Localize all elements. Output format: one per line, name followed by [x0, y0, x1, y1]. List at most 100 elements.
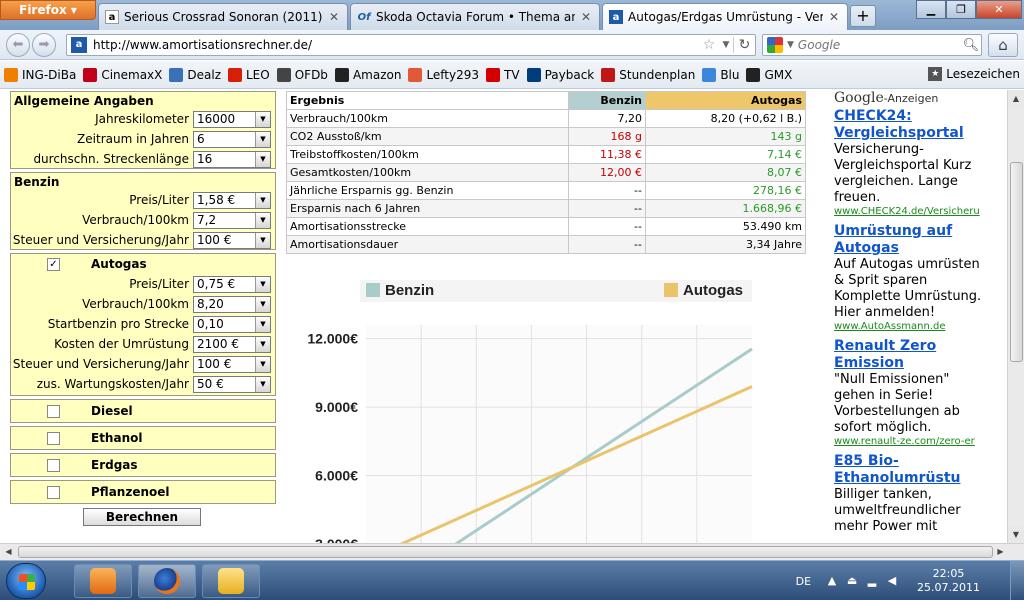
horizontal-scrollbar[interactable]: ◀ ▶: [0, 543, 1024, 560]
value-select[interactable]: 6 ▼: [193, 130, 271, 148]
bookmarks-menu-label: Lesezeichen: [946, 67, 1020, 81]
vertical-scroll-thumb[interactable]: [1010, 162, 1023, 362]
minimize-button[interactable]: ▁: [916, 0, 946, 19]
scroll-down-icon[interactable]: ▼: [1008, 526, 1024, 543]
search-icon[interactable]: 🔍︎: [961, 38, 981, 53]
scroll-right-icon[interactable]: ▶: [992, 544, 1009, 560]
tray-expand-icon[interactable]: ▲: [825, 574, 839, 588]
scroll-left-icon[interactable]: ◀: [0, 544, 17, 560]
bookmark-item[interactable]: Stundenplan: [601, 67, 695, 82]
tab-amazon[interactable]: a Serious Crossrad Sonoran (2011): Am...…: [98, 3, 348, 30]
firefox-menu-button[interactable]: Firefox ▼: [0, 0, 96, 20]
close-icon[interactable]: ✕: [827, 10, 841, 24]
value-select[interactable]: 50 € ▼: [193, 375, 271, 393]
new-tab-button[interactable]: +: [850, 5, 876, 27]
bookmark-item[interactable]: GMX: [746, 67, 792, 82]
autogas-toggle[interactable]: ✓ Autogas: [11, 254, 275, 274]
value-select[interactable]: 16 ▼: [193, 150, 271, 168]
chevron-down-icon[interactable]: ▼: [255, 111, 270, 127]
fuel-toggle[interactable]: Ethanol: [11, 427, 275, 449]
calculate-button[interactable]: Berechnen: [83, 508, 201, 526]
fuel-toggle[interactable]: Diesel: [11, 400, 275, 422]
chevron-down-icon[interactable]: ▼: [255, 151, 270, 167]
ad-title-link[interactable]: Umrüstung auf Autogas: [834, 223, 992, 257]
usb-icon[interactable]: ⏏: [845, 574, 859, 588]
clock[interactable]: 22:05 25.07.2011: [917, 567, 980, 595]
start-button[interactable]: [6, 563, 46, 599]
network-signal-icon[interactable]: ▂: [865, 574, 879, 588]
fuel-toggle[interactable]: Pflanzenoel: [11, 481, 275, 503]
chevron-down-icon[interactable]: ▼: [255, 232, 270, 248]
reload-icon[interactable]: ↻: [733, 37, 755, 53]
show-desktop-button[interactable]: [1010, 561, 1024, 600]
value-select[interactable]: 1,58 € ▼: [193, 191, 271, 209]
scroll-up-icon[interactable]: ▲: [1008, 90, 1024, 107]
bookmarks-menu[interactable]: ★ Lesezeichen: [928, 67, 1020, 81]
bookmark-star-icon[interactable]: ☆: [699, 37, 719, 53]
forward-button[interactable]: ➡: [32, 33, 56, 57]
fuel-checkbox[interactable]: [47, 431, 60, 445]
ad-title-link[interactable]: CHECK24: Vergleichsportal: [834, 108, 992, 142]
bookmark-item[interactable]: Blu: [702, 67, 739, 82]
value-select[interactable]: 16000 ▼: [193, 110, 271, 128]
bookmark-item[interactable]: CinemaxX: [83, 67, 162, 82]
window-close-button[interactable]: ✕: [976, 0, 1022, 19]
home-button[interactable]: ⌂: [988, 33, 1018, 57]
chevron-down-icon[interactable]: ▼: [719, 40, 733, 50]
search-bar[interactable]: ▼ 🔍︎: [762, 34, 982, 56]
horizontal-scroll-thumb[interactable]: [18, 546, 993, 558]
language-indicator[interactable]: DE: [796, 575, 811, 588]
bookmark-item[interactable]: Payback: [526, 67, 594, 82]
ad-title-link[interactable]: Renault Zero Emission: [834, 338, 992, 372]
bookmark-item[interactable]: Dealz: [169, 67, 221, 82]
value-select[interactable]: 0,75 € ▼: [193, 275, 271, 293]
value-select[interactable]: 0,10 ▼: [193, 315, 271, 333]
bookmark-item[interactable]: Amazon: [334, 67, 401, 82]
value-select[interactable]: 100 € ▼: [193, 231, 271, 249]
ad-url-link[interactable]: www.AutoAssmann.de: [834, 321, 992, 332]
chevron-down-icon[interactable]: ▼: [255, 356, 270, 372]
chevron-down-icon[interactable]: ▼: [255, 376, 270, 392]
chevron-down-icon[interactable]: ▼: [255, 336, 270, 352]
value-select[interactable]: 2100 € ▼: [193, 335, 271, 353]
back-button[interactable]: ⬅: [6, 33, 30, 57]
fuel-checkbox[interactable]: [47, 458, 60, 472]
chevron-down-icon[interactable]: ▼: [787, 40, 794, 50]
chevron-down-icon[interactable]: ▼: [255, 316, 270, 332]
bookmark-item[interactable]: ING-DiBa: [4, 67, 76, 82]
close-icon[interactable]: ✕: [327, 10, 341, 24]
fuel-toggle[interactable]: Erdgas: [11, 454, 275, 476]
ad-title-link[interactable]: E85 Bio-Ethanolumrüstu: [834, 453, 992, 487]
volume-icon[interactable]: ◀: [885, 574, 899, 588]
vertical-scrollbar[interactable]: ▲ ▼: [1007, 90, 1024, 543]
chevron-down-icon[interactable]: ▼: [255, 131, 270, 147]
bookmark-item[interactable]: Lefty293: [408, 67, 479, 82]
value-select[interactable]: 100 € ▼: [193, 355, 271, 373]
value-select[interactable]: 7,2 ▼: [193, 211, 271, 229]
bookmark-item[interactable]: TV: [486, 67, 520, 82]
search-input[interactable]: [797, 38, 961, 52]
form-row: Startbenzin pro Strecke 0,10 ▼: [11, 314, 275, 334]
chevron-down-icon[interactable]: ▼: [255, 296, 270, 312]
url-input[interactable]: [93, 38, 699, 52]
chevron-down-icon[interactable]: ▼: [255, 276, 270, 292]
close-icon[interactable]: ✕: [579, 10, 593, 24]
ad-url-link[interactable]: www.CHECK24.de/Versicheru: [834, 206, 992, 217]
url-bar[interactable]: a ☆ ▼ ↻: [66, 34, 756, 56]
autogas-checkbox[interactable]: ✓: [47, 257, 60, 271]
tab-autogas[interactable]: a Autogas/Erdgas Umrüstung - Verglei... …: [602, 3, 848, 30]
value-select[interactable]: 8,20 ▼: [193, 295, 271, 313]
chevron-down-icon[interactable]: ▼: [255, 192, 270, 208]
legend-label: Benzin: [385, 282, 434, 299]
taskbar-firefox[interactable]: [138, 564, 196, 598]
ad-url-link[interactable]: www.renault-ze.com/zero-er: [834, 436, 992, 447]
fuel-checkbox[interactable]: [47, 485, 60, 499]
taskbar-mail[interactable]: [202, 564, 260, 598]
fuel-checkbox[interactable]: [47, 404, 60, 418]
bookmark-item[interactable]: OFDb: [276, 67, 328, 82]
bookmark-item[interactable]: LEO: [228, 67, 270, 82]
taskbar-media-player[interactable]: [74, 564, 132, 598]
chevron-down-icon[interactable]: ▼: [255, 212, 270, 228]
maximize-button[interactable]: ❐: [946, 0, 976, 19]
tab-skoda-forum[interactable]: Of Skoda Octavia Forum • Thema anzeig...…: [350, 3, 600, 30]
